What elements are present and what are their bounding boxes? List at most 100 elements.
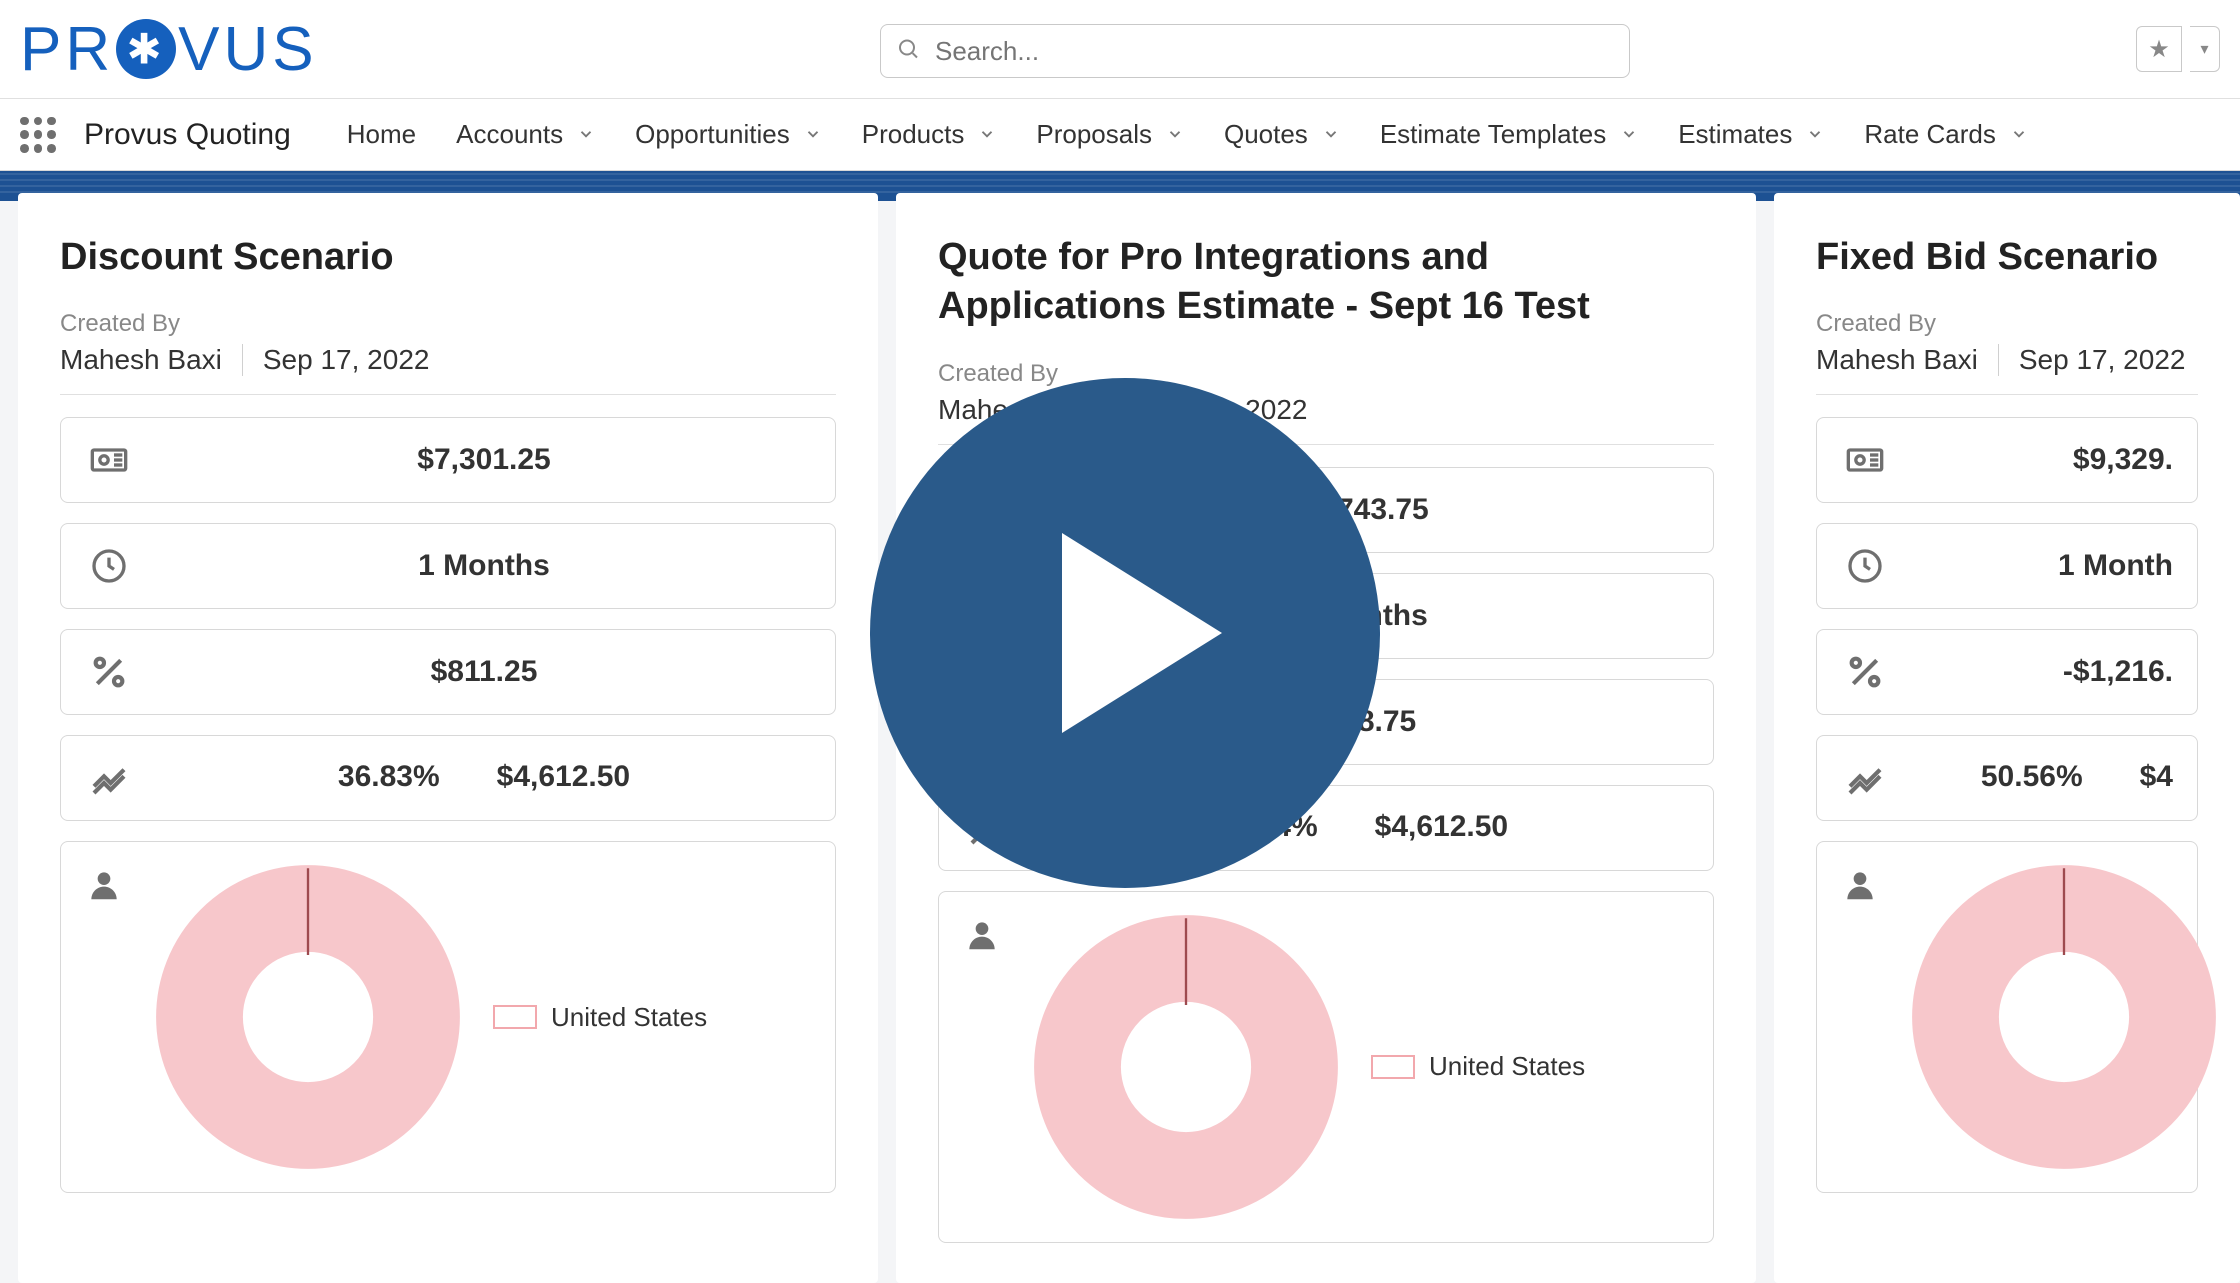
brand-logo: PRVUS	[20, 14, 318, 85]
legend-label: United States	[1429, 1051, 1585, 1082]
person-icon	[1841, 866, 1879, 909]
nav-item-estimate-templates[interactable]: Estimate Templates	[1380, 119, 1638, 150]
clock-icon	[1841, 546, 1889, 586]
created-by-name: Mahesh Baxi	[1816, 344, 1999, 376]
created-by-label: Created By	[1816, 310, 2198, 338]
percent-icon	[85, 652, 133, 692]
metric-amount: $4,612.50	[1375, 810, 1508, 846]
nav-item-proposals[interactable]: Proposals	[1036, 119, 1184, 150]
created-by-label: Created By	[938, 360, 1714, 388]
favorite-button[interactable]: ★	[2136, 26, 2182, 72]
nav-item-opportunities[interactable]: Opportunities	[635, 119, 822, 150]
nav-item-products[interactable]: Products	[862, 119, 997, 150]
amount-tile: $7,301.25	[60, 417, 836, 503]
discount-tile: -$1,216.	[1816, 629, 2198, 715]
nav-label: Proposals	[1036, 119, 1152, 150]
caret-down-icon: ▾	[2200, 39, 2208, 59]
duration-value: 1 Month	[1913, 549, 2173, 583]
chart-tile: United States	[938, 891, 1714, 1243]
metric-amount: $4,612.50	[497, 760, 630, 796]
nav-label: Estimate Templates	[1380, 119, 1606, 150]
metric-amount: $4	[2140, 760, 2173, 796]
nav-item-home[interactable]: Home	[347, 119, 416, 150]
chart-tile: United States	[60, 841, 836, 1193]
amount-value: $7,301.25	[157, 443, 811, 477]
star-icon: ★	[2148, 35, 2170, 64]
scenario-card: Discount Scenario Created By Mahesh Baxi…	[18, 193, 878, 1283]
amount-value: $9,329.	[1913, 443, 2173, 477]
chart-tile	[1816, 841, 2198, 1193]
donut-chart	[153, 862, 463, 1172]
chevron-down-icon	[577, 119, 595, 150]
divider	[1816, 394, 2198, 395]
chevron-down-icon	[1166, 119, 1184, 150]
donut-chart	[1909, 862, 2219, 1172]
search-icon	[896, 37, 920, 66]
card-title: Quote for Pro Integrations and Applicati…	[938, 233, 1714, 332]
legend-swatch	[493, 1005, 537, 1029]
person-icon	[85, 866, 123, 909]
created-by-name: Mahesh Baxi	[60, 344, 243, 376]
nav-label: Accounts	[456, 119, 563, 150]
nav-bar: Provus Quoting Home Accounts Opportuniti…	[0, 99, 2240, 171]
nav-items: Home Accounts Opportunities Products Pro…	[347, 119, 2028, 150]
chevron-down-icon	[804, 119, 822, 150]
created-date: Sep 17, 2022	[263, 344, 430, 376]
money-icon	[1841, 440, 1889, 480]
chevron-down-icon	[978, 119, 996, 150]
meta-row: Mahesh Baxi Sep 17, 2022	[60, 344, 836, 376]
search-wrapper	[880, 24, 1630, 78]
legend-label: United States	[551, 1002, 707, 1033]
chevron-down-icon	[2010, 119, 2028, 150]
meta-row: Mahesh Baxi Sep 17, 2022	[1816, 344, 2198, 376]
person-icon	[963, 916, 1001, 959]
chevron-down-icon	[1806, 119, 1824, 150]
card-title: Fixed Bid Scenario	[1816, 233, 2198, 282]
play-video-button[interactable]	[870, 378, 1380, 888]
clock-icon	[85, 546, 133, 586]
nav-label: Quotes	[1224, 119, 1308, 150]
card-title: Discount Scenario	[60, 233, 836, 282]
chevron-down-icon	[1322, 119, 1340, 150]
duration-tile: 1 Months	[60, 523, 836, 609]
nav-item-quotes[interactable]: Quotes	[1224, 119, 1340, 150]
donut-chart	[1031, 912, 1341, 1222]
discount-value: $811.25	[157, 655, 811, 689]
discount-tile: $811.25	[60, 629, 836, 715]
nav-label: Estimates	[1678, 119, 1792, 150]
amount-tile: $9,329.	[1816, 417, 2198, 503]
chevron-down-icon	[1620, 119, 1638, 150]
app-launcher-icon[interactable]	[20, 117, 56, 153]
trend-icon	[1841, 758, 1889, 798]
decorative-stripe	[0, 171, 2240, 193]
metric-tile: 50.56% $4	[1816, 735, 2198, 821]
nav-label: Opportunities	[635, 119, 790, 150]
duration-value: 1 Months	[157, 549, 811, 583]
chart-legend: United States	[493, 1002, 707, 1033]
legend-swatch	[1371, 1055, 1415, 1079]
metric-tile: 36.83% $4,612.50	[60, 735, 836, 821]
duration-tile: 1 Month	[1816, 523, 2198, 609]
metric-percent: 50.56%	[1981, 760, 2083, 796]
nav-label: Home	[347, 119, 416, 150]
search-input[interactable]	[880, 24, 1630, 78]
discount-value: -$1,216.	[1913, 655, 2173, 689]
nav-item-rate-cards[interactable]: Rate Cards	[1864, 119, 2028, 150]
divider	[60, 394, 836, 395]
created-by-label: Created By	[60, 310, 836, 338]
global-header: PRVUS ★ ▾	[0, 0, 2240, 99]
trend-icon	[85, 758, 133, 798]
header-actions: ★ ▾	[2136, 26, 2220, 72]
nav-item-accounts[interactable]: Accounts	[456, 119, 595, 150]
app-name: Provus Quoting	[84, 118, 291, 152]
nav-label: Products	[862, 119, 965, 150]
created-date: Sep 17, 2022	[2019, 344, 2186, 376]
nav-label: Rate Cards	[1864, 119, 1996, 150]
percent-icon	[1841, 652, 1889, 692]
scenario-card: Fixed Bid Scenario Created By Mahesh Bax…	[1774, 193, 2240, 1283]
favorite-dropdown-button[interactable]: ▾	[2190, 26, 2220, 72]
metric-percent: 36.83%	[338, 760, 440, 796]
brand-logo-icon	[116, 19, 176, 79]
nav-item-estimates[interactable]: Estimates	[1678, 119, 1824, 150]
money-icon	[85, 440, 133, 480]
